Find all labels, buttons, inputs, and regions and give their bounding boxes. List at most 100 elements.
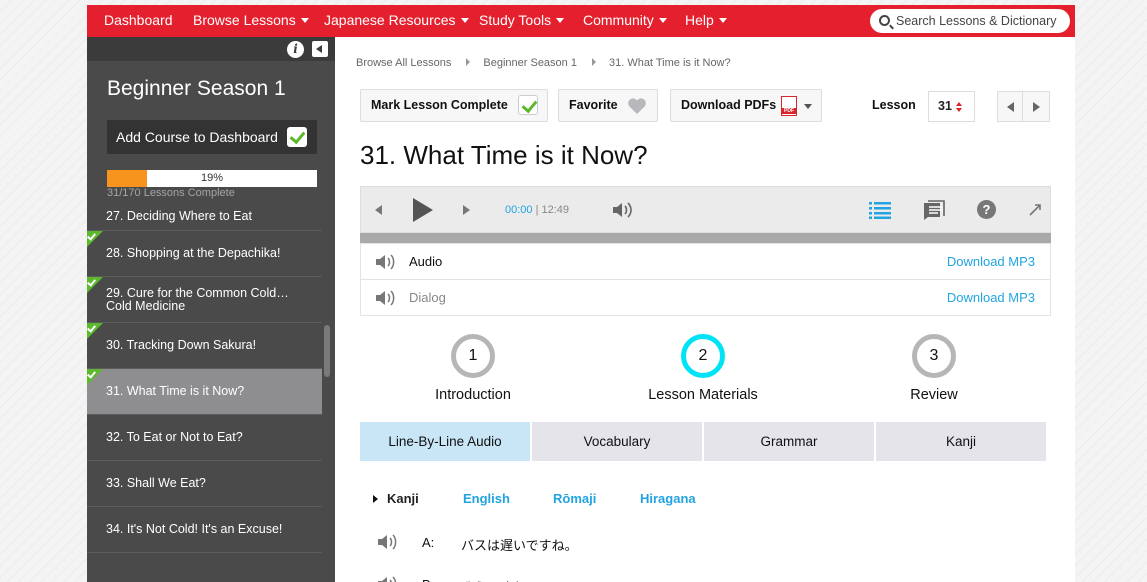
course-title: Beginner Season 1: [107, 77, 286, 100]
nav-browse-lessons[interactable]: Browse Lessons: [193, 5, 309, 37]
top-nav: Dashboard Browse Lessons Japanese Resour…: [87, 5, 1075, 37]
chevron-down-icon: [658, 18, 667, 23]
player-progress-bar[interactable]: [360, 233, 1051, 243]
lesson-step[interactable]: 3 Review: [854, 334, 1014, 403]
completed-check-icon: [87, 231, 103, 247]
lesson-item[interactable]: 27. Deciding Where to Eat: [87, 207, 322, 231]
step-label: Review: [910, 387, 958, 403]
completed-check-icon: [87, 369, 103, 385]
speaker-icon[interactable]: [377, 533, 397, 551]
mark-complete-button[interactable]: Mark Lesson Complete: [360, 89, 548, 122]
download-pdfs-button[interactable]: Download PDFs: [670, 89, 822, 122]
chevron-down-icon: [556, 18, 565, 23]
speaker-label: A:: [422, 535, 435, 550]
lesson-number-value: 31: [938, 99, 952, 113]
lesson-sidebar: i Beginner Season 1 Add Course to Dashbo…: [87, 37, 335, 582]
chevron-right-icon: [591, 58, 596, 66]
step-number: 3: [912, 334, 956, 378]
lesson-item[interactable]: 34. It's Not Cold! It's an Excuse!: [87, 507, 322, 553]
main-content: Browse All Lessons Beginner Season 1 31. W…: [335, 37, 1075, 582]
lesson-item[interactable]: 32. To Eat or Not to Eat?: [87, 415, 322, 461]
lesson-item[interactable]: 30. Tracking Down Sakura!: [87, 323, 322, 369]
download-mp3-link[interactable]: Download MP3: [947, 280, 1035, 315]
script-icon[interactable]: [923, 199, 945, 221]
speaker-icon[interactable]: [375, 253, 395, 271]
mark-complete-label: Mark Lesson Complete: [371, 98, 508, 112]
tab-kanji[interactable]: Kanji: [876, 422, 1046, 461]
previous-lesson-button[interactable]: [998, 92, 1023, 121]
add-course-button[interactable]: Add Course to Dashboard: [107, 120, 317, 154]
nav-study-tools[interactable]: Study Tools: [479, 5, 565, 37]
lesson-label: Lesson: [872, 98, 916, 112]
audio-row-label: Dialog: [409, 290, 446, 305]
dialog-text: そうですね。: [461, 577, 539, 582]
audio-downloads: Audio Download MP3 Dialog Download MP3: [360, 243, 1051, 316]
tab-line-by-line-audio[interactable]: Line-By-Line Audio: [360, 422, 530, 461]
speaker-label: B:: [422, 577, 434, 582]
progress-note: 31/170 Lessons Complete: [107, 187, 235, 199]
search-icon[interactable]: [879, 15, 890, 26]
lesson-title: 32. To Eat or Not to Eat?: [106, 430, 243, 444]
speaker-icon[interactable]: [377, 575, 397, 582]
lesson-title: 29. Cure for the Common Cold…Cold Medici…: [106, 285, 289, 313]
lesson-title: 27. Deciding Where to Eat: [106, 209, 252, 223]
nav-community[interactable]: Community: [583, 5, 667, 37]
breadcrumb-item[interactable]: Beginner Season 1: [483, 57, 577, 69]
lesson-title: 30. Tracking Down Sakura!: [106, 338, 257, 352]
favorite-button[interactable]: Favorite: [558, 89, 658, 122]
forward-icon[interactable]: [463, 205, 470, 215]
download-mp3-link[interactable]: Download MP3: [947, 244, 1035, 279]
script-option-2[interactable]: Rōmaji: [553, 491, 596, 506]
search-input[interactable]: [896, 11, 1064, 31]
playlist-icon[interactable]: [869, 201, 891, 219]
lesson-item[interactable]: 29. Cure for the Common Cold…Cold Medici…: [87, 277, 322, 323]
script-option-0[interactable]: Kanji: [373, 491, 419, 506]
lesson-tabs: Line-By-Line Audio Vocabulary Grammar Kanji: [360, 422, 1046, 461]
nav-dashboard[interactable]: Dashboard: [104, 5, 173, 37]
collapse-sidebar-button[interactable]: [312, 41, 328, 57]
breadcrumb-item[interactable]: 31. What Time is it Now?: [609, 57, 731, 69]
script-option-label: Hiragana: [640, 491, 696, 506]
completed-check-icon: [87, 323, 103, 339]
play-icon[interactable]: [413, 198, 433, 222]
lesson-item[interactable]: 28. Shopping at the Depachika!: [87, 231, 322, 277]
breadcrumb: Browse All Lessons Beginner Season 1 31. W…: [356, 57, 731, 69]
lesson-list: 27. Deciding Where to Eat 28. Shopping at…: [87, 207, 322, 553]
script-option-label: Rōmaji: [553, 491, 597, 506]
lesson-item[interactable]: 31. What Time is it Now?: [87, 369, 322, 415]
step-number: 2: [681, 334, 725, 378]
sidebar-toolbar: i: [87, 37, 335, 61]
speaker-icon[interactable]: [375, 289, 395, 307]
course-progress-bar: 19%: [107, 170, 317, 187]
sidebar-scrollbar[interactable]: [324, 325, 330, 377]
tab-grammar[interactable]: Grammar: [704, 422, 874, 461]
volume-icon[interactable]: [611, 200, 633, 220]
breadcrumb-item[interactable]: Browse All Lessons: [356, 57, 451, 69]
lesson-number-select[interactable]: 31: [928, 91, 975, 122]
search-box[interactable]: [870, 9, 1070, 33]
nav-japanese-resources[interactable]: Japanese Resources: [324, 5, 469, 37]
pdf-icon: [781, 96, 797, 116]
script-option-1[interactable]: English: [463, 491, 510, 506]
next-lesson-button[interactable]: [1024, 92, 1049, 121]
chevron-down-icon: [718, 18, 727, 23]
help-icon[interactable]: ?: [977, 200, 996, 219]
dialog-text: バスは遅いですね。: [461, 538, 578, 553]
step-number: 1: [451, 334, 495, 378]
download-pdfs-label: Download PDFs: [681, 98, 777, 112]
lesson-item[interactable]: 33. Shall We Eat?: [87, 461, 322, 507]
expand-icon[interactable]: [1027, 202, 1043, 218]
nav-help[interactable]: Help: [685, 5, 727, 37]
lesson-title: 28. Shopping at the Depachika!: [106, 246, 281, 260]
favorite-label: Favorite: [569, 98, 618, 112]
rewind-icon[interactable]: [375, 205, 382, 215]
audio-row-label: Audio: [409, 254, 443, 269]
info-icon[interactable]: i: [287, 41, 304, 58]
lesson-step[interactable]: 1 Introduction: [393, 334, 553, 403]
add-course-label: Add Course to Dashboard: [116, 129, 278, 145]
chevron-right-icon: [466, 58, 471, 66]
tab-vocabulary[interactable]: Vocabulary: [532, 422, 702, 461]
lesson-step[interactable]: 2 Lesson Materials: [623, 334, 783, 403]
chevron-down-icon: [300, 18, 309, 23]
script-option-3[interactable]: Hiragana: [640, 491, 696, 506]
